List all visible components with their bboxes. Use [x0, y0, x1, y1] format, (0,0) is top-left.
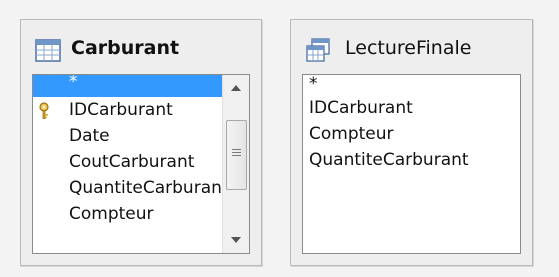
field-label: *: [309, 74, 318, 94]
field-label: IDCarburant: [309, 98, 413, 118]
chevron-down-icon: [231, 237, 241, 243]
field-item-date[interactable]: Date: [33, 123, 222, 149]
table-icon: [35, 39, 61, 62]
field-list[interactable]: * IDCarburant Date CoutCarburant Quantit…: [32, 74, 250, 254]
query-title: LectureFinale: [345, 37, 472, 59]
field-label: Date: [69, 126, 110, 146]
field-label: QuantiteCarburant: [309, 150, 469, 170]
table-title: Carburant: [71, 37, 180, 59]
field-label: IDCarburant: [69, 100, 173, 120]
field-item-compteur[interactable]: Compteur: [303, 121, 520, 147]
scroll-up-button[interactable]: [223, 75, 249, 101]
table-window-lecturefinale[interactable]: LectureFinale * IDCarburant Compteur Qua…: [290, 19, 533, 266]
table-window-header[interactable]: LectureFinale: [291, 20, 532, 76]
field-item-quantitecarburant[interactable]: QuantiteCarburant: [33, 175, 229, 201]
scrollbar-thumb[interactable]: [226, 120, 247, 190]
field-label: QuantiteCarburant: [69, 178, 229, 198]
query-icon: [306, 38, 330, 62]
field-label: Compteur: [309, 124, 394, 144]
field-list[interactable]: * IDCarburant Compteur QuantiteCarburant: [302, 74, 521, 254]
field-item-all[interactable]: *: [33, 75, 222, 97]
scroll-down-button[interactable]: [223, 227, 249, 253]
field-item-idcarburant[interactable]: IDCarburant: [303, 95, 520, 121]
field-label: Compteur: [69, 204, 154, 224]
field-item-all[interactable]: *: [303, 75, 520, 95]
primary-key-icon: [39, 102, 49, 119]
field-item-idcarburant[interactable]: IDCarburant: [33, 97, 222, 123]
field-item-quantitecarburant[interactable]: QuantiteCarburant: [303, 147, 520, 173]
vertical-scrollbar[interactable]: [222, 75, 249, 253]
field-item-compteur[interactable]: Compteur: [33, 201, 222, 227]
field-item-coutcarburant[interactable]: CoutCarburant: [33, 149, 222, 175]
field-label: CoutCarburant: [69, 152, 195, 172]
table-window-carburant[interactable]: Carburant * IDCarburant Date CoutCarbura…: [20, 19, 262, 266]
chevron-up-icon: [231, 85, 241, 91]
field-label: *: [69, 74, 78, 92]
table-window-header[interactable]: Carburant: [21, 20, 261, 76]
